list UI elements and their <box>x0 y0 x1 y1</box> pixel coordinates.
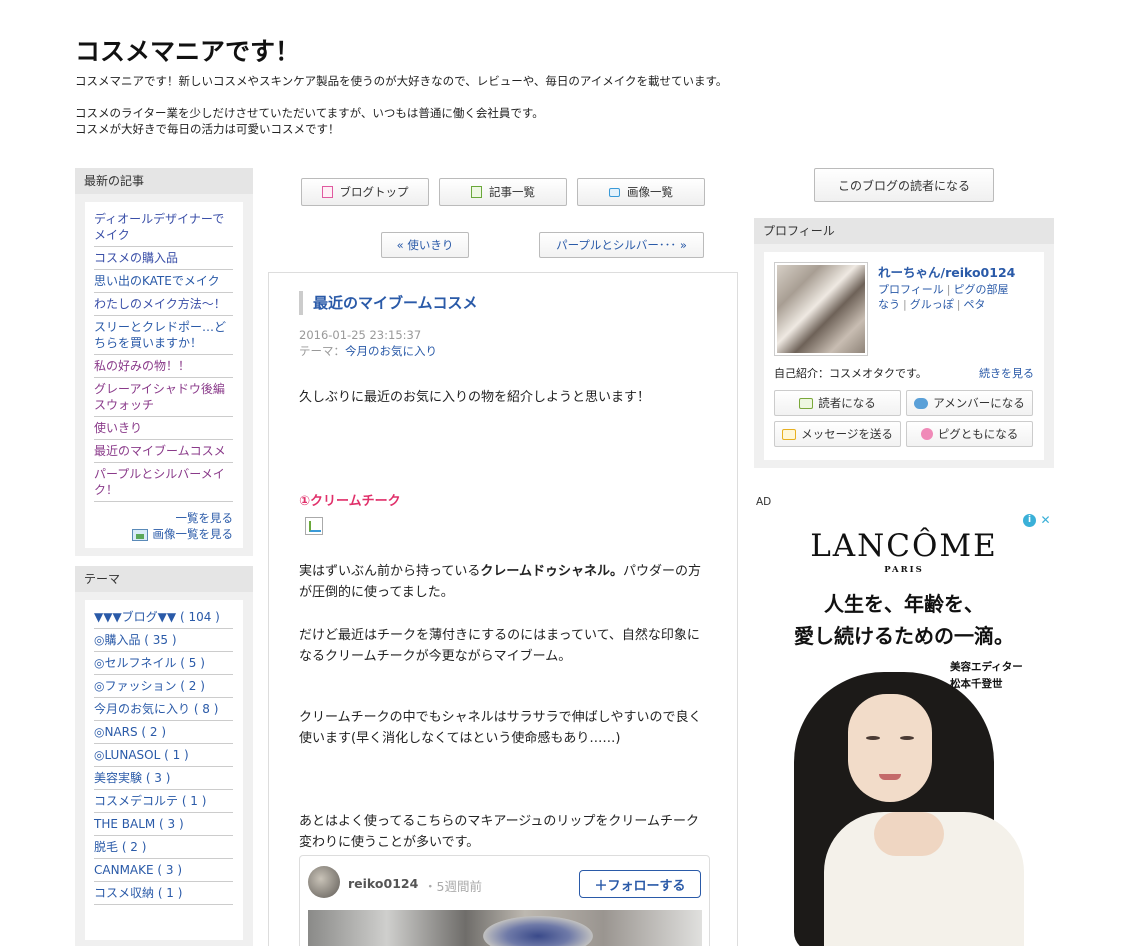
recent-article-link[interactable]: 最近のマイブームコスメ <box>94 440 233 463</box>
recent-article-link[interactable]: コスメの購入品 <box>94 247 233 270</box>
article-intro: 久しぶりに最近のお気に入りの物を紹介しようと思います！ <box>299 390 651 405</box>
recent-article-link[interactable]: 私の好みの物！！ <box>94 355 233 378</box>
avatar[interactable] <box>308 866 340 898</box>
theme-link[interactable]: コスメ収納 ( 1 ) <box>94 882 233 905</box>
recent-article-link[interactable]: わたしのメイク方法〜！ <box>94 293 233 316</box>
article: 最近のマイブームコスメ 2016-01-25 23:15:37 テーマ：今月のお… <box>268 272 738 946</box>
recent-article-link[interactable]: パープルとシルバーメイク！ <box>94 463 233 502</box>
ad-credit: 美容エディター 松本千登世 <box>950 661 1023 690</box>
blog-header: コスメマニアです！ コスメマニアです！新しいコスメやスキンケア製品を使うのが大好… <box>75 36 975 137</box>
profile-name[interactable]: れーちゃん/reiko0124 <box>878 262 1015 281</box>
pig-friend-button[interactable]: ピグともになる <box>906 421 1033 447</box>
theme-link[interactable]: コスメデコルテ ( 1 ) <box>94 790 233 813</box>
left-sidebar: 最新の記事 ディオールデザイナーでメイク コスメの購入品 思い出のKATEでメイ… <box>75 168 253 946</box>
theme-link[interactable]: CANMAKE ( 3 ) <box>94 859 233 882</box>
profile-read-more-link[interactable]: 続きを見る <box>979 365 1034 381</box>
chat-icon <box>914 397 929 409</box>
article-theme-link[interactable]: 今月のお気に入り <box>345 344 437 358</box>
blog-top-button[interactable]: ブログトップ <box>301 178 429 206</box>
peta-link[interactable]: ペタ <box>963 298 985 311</box>
ad-model-hand <box>874 812 944 856</box>
prev-article-button[interactable]: « 使いきり <box>381 232 469 258</box>
recent-article-link[interactable]: 思い出のKATEでメイク <box>94 270 233 293</box>
recent-article-link[interactable]: 使いきり <box>94 417 233 440</box>
broken-image-icon <box>305 517 323 535</box>
camera-icon <box>609 187 620 197</box>
theme-link[interactable]: ◎ファッション ( 2 ) <box>94 675 233 698</box>
article-datetime: 2016-01-25 23:15:37 <box>299 328 422 342</box>
theme-box: テーマ ▼▼▼ブログ▼▼ ( 104 ) ◎購入品 ( 35 ) ◎セルフネイル… <box>75 566 253 946</box>
theme-link[interactable]: ◎LUNASOL ( 1 ) <box>94 744 233 767</box>
recent-articles-list: ディオールデザイナーでメイク コスメの購入品 思い出のKATEでメイク わたしの… <box>94 208 233 502</box>
embedded-post: reiko0124 ・5週間前 ＋フォローする <box>299 855 710 946</box>
group-link[interactable]: グルっぽ <box>910 298 954 311</box>
profile-link[interactable]: プロフィール <box>878 283 944 296</box>
blog-nav: ブログトップ 記事一覧 画像一覧 <box>301 178 711 208</box>
image-list-icon <box>131 528 148 541</box>
recent-article-link[interactable]: ディオールデザイナーでメイク <box>94 208 233 247</box>
blog-title[interactable]: コスメマニアです！ <box>75 36 975 68</box>
embed-timestamp: ・5週間前 <box>424 879 482 894</box>
theme-heading: テーマ <box>75 566 253 592</box>
image-list-button[interactable]: 画像一覧 <box>577 178 705 206</box>
recent-article-link[interactable]: グレーアイシャドウ後編スウォッチ <box>94 378 233 417</box>
next-article-button[interactable]: パープルとシルバー･･･ » <box>539 232 704 258</box>
send-message-button[interactable]: メッセージを送る <box>774 421 901 447</box>
book-icon <box>799 397 814 409</box>
ad-copy: 人生を、年齢を、 愛し続けるための一滴。 <box>794 592 1014 648</box>
profile-heading: プロフィール <box>754 218 1054 244</box>
become-reader-button[interactable]: このブログの読者になる <box>814 168 994 202</box>
theme-link[interactable]: THE BALM ( 3 ) <box>94 813 233 836</box>
pig-icon <box>920 428 933 440</box>
now-link[interactable]: なう <box>878 298 900 311</box>
follow-button[interactable]: ＋フォローする <box>579 870 701 898</box>
article-title[interactable]: 最近のマイブームコスメ <box>299 291 478 315</box>
recent-article-link[interactable]: スリーとクレドポー…どちらを買いますか！ <box>94 316 233 355</box>
advertisement[interactable]: LANCÔME PARIS 人生を、年齢を、 愛し続けるための一滴。 美容エディ… <box>754 512 1054 946</box>
embed-username[interactable]: reiko0124 <box>348 876 418 891</box>
article-paragraph: 実はずいぶん前から持っているクレームドゥシャネル。パウダーの方が圧倒的に使ってま… <box>299 564 701 600</box>
article-paragraph: だけど最近はチークを薄付きにするのにはまっていて、自然な印象になるクリームチーク… <box>299 628 700 664</box>
ad-choices: i ✕ <box>1023 514 1052 527</box>
reader-button[interactable]: 読者になる <box>774 390 901 416</box>
theme-link[interactable]: ◎購入品 ( 35 ) <box>94 629 233 652</box>
article-paragraph: あとはよく使ってるこちらのマキアージュのリップをクリームチーク変わりに使うことが… <box>299 814 700 850</box>
theme-link[interactable]: ◎セルフネイル ( 5 ) <box>94 652 233 675</box>
ad-model-face <box>848 694 932 802</box>
ad-brand: LANCÔME <box>810 528 998 564</box>
recent-articles-box: 最新の記事 ディオールデザイナーでメイク コスメの購入品 思い出のKATEでメイ… <box>75 168 253 556</box>
profile-photo[interactable] <box>774 262 868 356</box>
blog-description: コスメマニアです！新しいコスメやスキンケア製品を使うのが大好きなので、レビューや… <box>75 74 728 136</box>
info-icon[interactable]: i <box>1023 514 1036 527</box>
theme-list: ▼▼▼ブログ▼▼ ( 104 ) ◎購入品 ( 35 ) ◎セルフネイル ( 5… <box>94 606 233 905</box>
ad-label: AD <box>756 496 772 508</box>
list-icon <box>471 186 482 198</box>
theme-link[interactable]: ◎NARS ( 2 ) <box>94 721 233 744</box>
pig-room-link[interactable]: ピグの部屋 <box>954 283 1009 296</box>
theme-link[interactable]: 美容実験 ( 3 ) <box>94 767 233 790</box>
theme-link[interactable]: 脱毛 ( 2 ) <box>94 836 233 859</box>
recent-articles-heading: 最新の記事 <box>75 168 253 194</box>
profile-box: プロフィール れーちゃん/reiko0124 プロフィール | ピグの部屋 なう | グ… <box>754 218 1054 468</box>
article-paragraph: クリームチークの中でもシャネルはサラサラで伸ばしやすいので良く使います(早く消化… <box>299 710 702 746</box>
ad-brand-sub: PARIS <box>884 565 924 575</box>
article-meta: 2016-01-25 23:15:37 テーマ：今月のお気に入り <box>299 328 437 358</box>
see-image-list-link[interactable]: 画像一覧を見る <box>94 526 233 542</box>
profile-intro: 自己紹介：コスメオタクです。 <box>774 367 927 380</box>
theme-link[interactable]: ▼▼▼ブログ▼▼ ( 104 ) <box>94 606 233 629</box>
document-icon <box>321 186 333 198</box>
envelope-icon <box>782 428 797 440</box>
embed-photo[interactable] <box>308 910 702 946</box>
theme-link[interactable]: 今月のお気に入り ( 8 ) <box>94 698 233 721</box>
article-list-button[interactable]: 記事一覧 <box>439 178 567 206</box>
see-all-articles-link[interactable]: 一覧を見る <box>94 510 234 526</box>
amember-button[interactable]: アメンバーになる <box>906 390 1033 416</box>
profile-links: プロフィール | ピグの部屋 なう | グルっぽ | ペタ <box>878 283 1009 311</box>
close-icon[interactable]: ✕ <box>1039 514 1052 527</box>
section-heading: ①クリームチーク <box>299 494 401 509</box>
